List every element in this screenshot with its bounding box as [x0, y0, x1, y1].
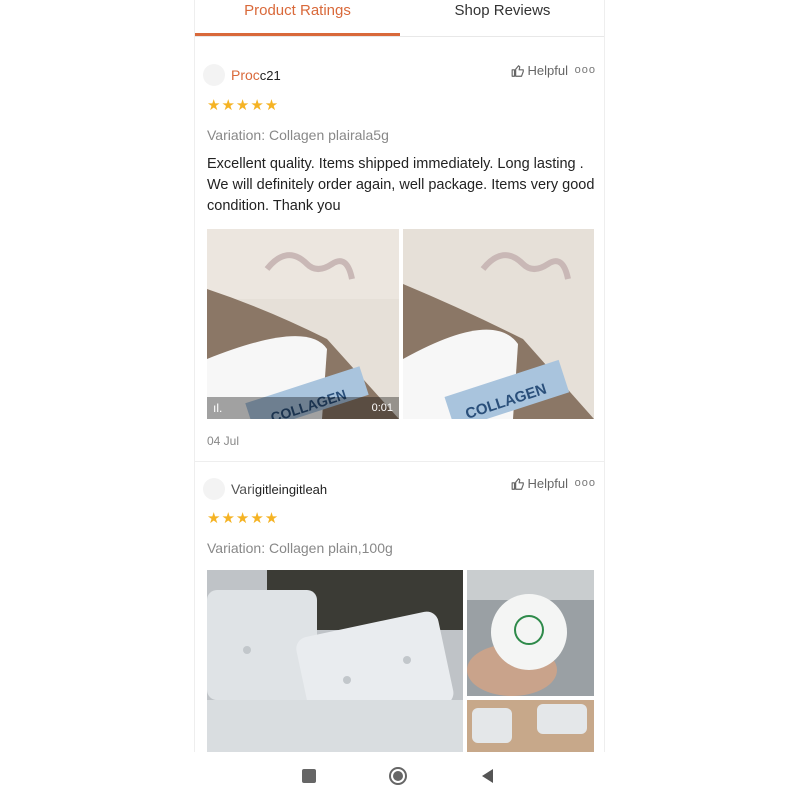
review-photo-image [467, 570, 594, 696]
video-duration: 0:01 [371, 402, 393, 414]
rating-stars: ★★★★★ [207, 97, 280, 114]
review-body: Excellent quality. Items shipped immedia… [207, 156, 595, 214]
reviewer-username: gitleingitleah [254, 482, 328, 497]
helpful-label: Helpful [527, 476, 568, 491]
variation-text: Variation: Collagen plairala5g [207, 127, 389, 143]
recents-icon[interactable] [299, 766, 319, 786]
helpful-button[interactable]: Helpful [511, 476, 568, 491]
reviewer-name-overlap: Proc [231, 67, 260, 83]
video-overlay-bar [207, 397, 399, 419]
more-icon[interactable]: ooo [575, 64, 596, 76]
reviews-screen: Product Ratings Shop Reviews Procc21 Hel… [194, 0, 605, 800]
review-photo-image [207, 570, 463, 752]
home-icon[interactable] [388, 766, 408, 786]
system-navigation-bar [194, 752, 605, 800]
review-photo[interactable]: COLLAGEN [403, 229, 594, 419]
reviewer-name: Procc21 [231, 67, 281, 83]
thumbs-up-icon [511, 477, 524, 490]
review-video-thumbnail[interactable]: COLLAGEN ıl. 0:01 [207, 229, 399, 419]
avatar [203, 478, 225, 500]
reviewer-username: c21 [259, 68, 281, 83]
review-photo-image [467, 700, 594, 752]
reviewer-name: Varigitleingitleah [231, 481, 327, 497]
tab-shop-reviews[interactable]: Shop Reviews [400, 0, 604, 36]
review-photo[interactable] [467, 570, 594, 696]
review-photo-image: COLLAGEN [403, 229, 594, 419]
avatar [203, 64, 225, 86]
review-photo[interactable] [467, 700, 594, 752]
variation-text: Variation: Collagen plain,100g [207, 540, 393, 556]
rating-stars: ★★★★★ [207, 510, 280, 527]
back-icon[interactable] [478, 766, 498, 786]
review-item: Varigitleingitleah Helpful ooo ★★★★★ Var… [195, 462, 604, 752]
more-icon[interactable]: ooo [575, 477, 596, 489]
video-icon: ıl. [213, 401, 223, 415]
active-tab-indicator [195, 33, 400, 36]
helpful-label: Helpful [527, 63, 568, 78]
thumbs-up-icon [511, 64, 524, 77]
ratings-tabs: Product Ratings Shop Reviews [195, 0, 604, 37]
tab-product-ratings[interactable]: Product Ratings [195, 0, 400, 36]
helpful-button[interactable]: Helpful [511, 63, 568, 78]
video-frame-image: COLLAGEN [207, 229, 399, 419]
reviewer-name-overlap: Vari [231, 481, 255, 497]
review-date: 04 Jul [207, 434, 240, 448]
review-photo[interactable] [207, 570, 463, 752]
review-item: Procc21 Helpful ooo ★★★★★ Variation: Col… [195, 50, 604, 462]
